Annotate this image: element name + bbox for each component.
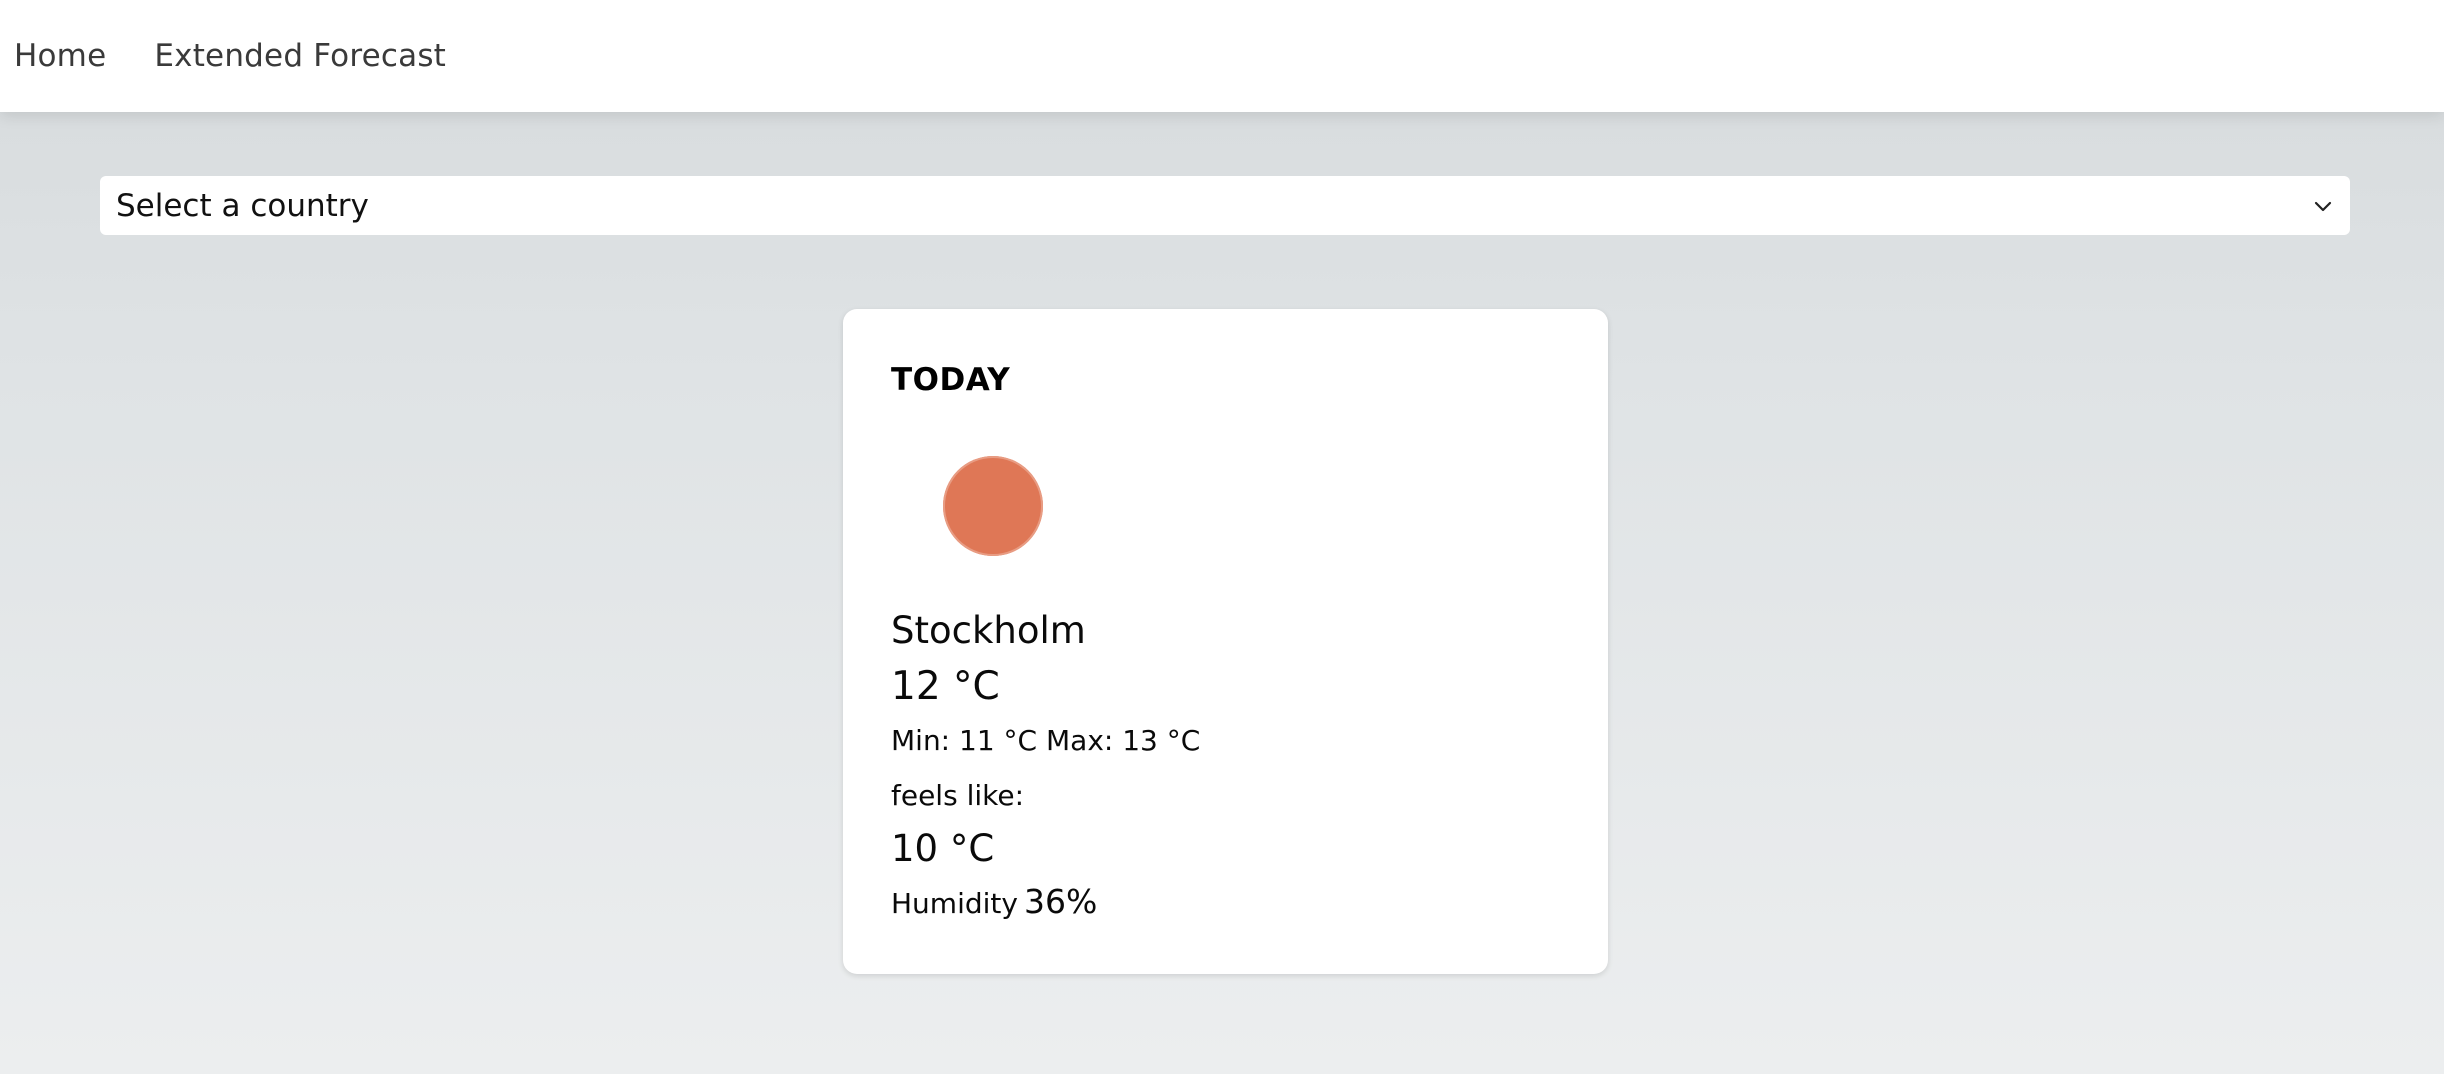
top-navbar: Home Extended Forecast [0, 0, 2444, 112]
feels-like-temperature: 10 °C [891, 827, 995, 870]
today-weather-card: TODAY Stockholm 12 °C Min: 11 °C Max: 13… [843, 309, 1608, 974]
chevron-down-icon [2312, 195, 2334, 217]
min-max-temperature: Min: 11 °C Max: 13 °C [891, 724, 1201, 757]
current-temperature: 12 °C [891, 664, 1000, 709]
humidity-label: Humidity [891, 887, 1018, 920]
humidity: Humidity 36% [891, 882, 1097, 921]
card-title: TODAY [891, 362, 1011, 398]
country-select[interactable]: Select a country [100, 176, 2350, 235]
feels-like-label: feels like: [891, 779, 1025, 812]
city-name: Stockholm [891, 609, 1086, 652]
country-select-value: Select a country [116, 187, 369, 224]
nav-link-home[interactable]: Home [14, 38, 106, 74]
nav-link-extended-forecast[interactable]: Extended Forecast [154, 38, 446, 74]
weather-condition-icon [943, 456, 1043, 556]
humidity-value: 36% [1023, 882, 1098, 921]
